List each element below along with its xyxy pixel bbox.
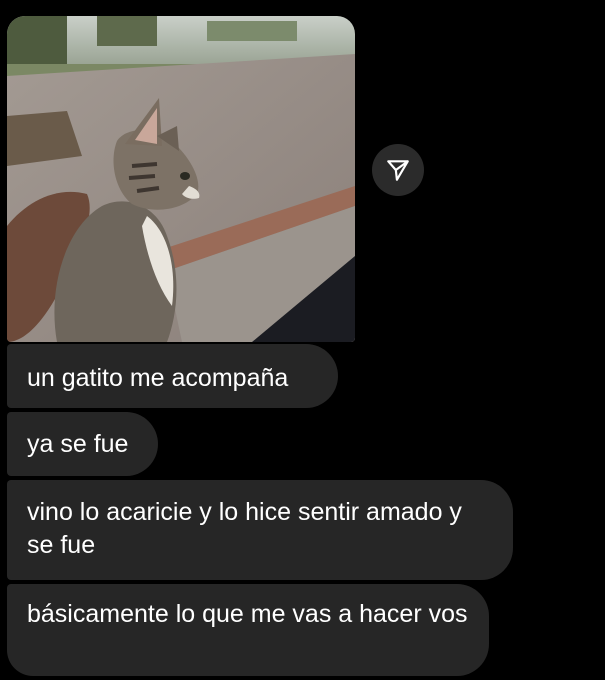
- message-bubble[interactable]: un gatito me acompaña: [7, 344, 338, 408]
- cat-photo-image: [7, 16, 355, 342]
- chat-thread: un gatito me acompaña ya se fue vino lo …: [0, 0, 605, 680]
- shared-photo-cat[interactable]: [7, 16, 355, 342]
- message-bubble[interactable]: ya se fue: [7, 412, 158, 476]
- message-bubble[interactable]: vino lo acaricie y lo hice sentir amado …: [7, 480, 513, 580]
- paper-plane-icon: [387, 160, 409, 181]
- share-button[interactable]: [372, 144, 424, 196]
- message-bubble[interactable]: básicamente lo que me vas a hacer vos: [7, 584, 489, 676]
